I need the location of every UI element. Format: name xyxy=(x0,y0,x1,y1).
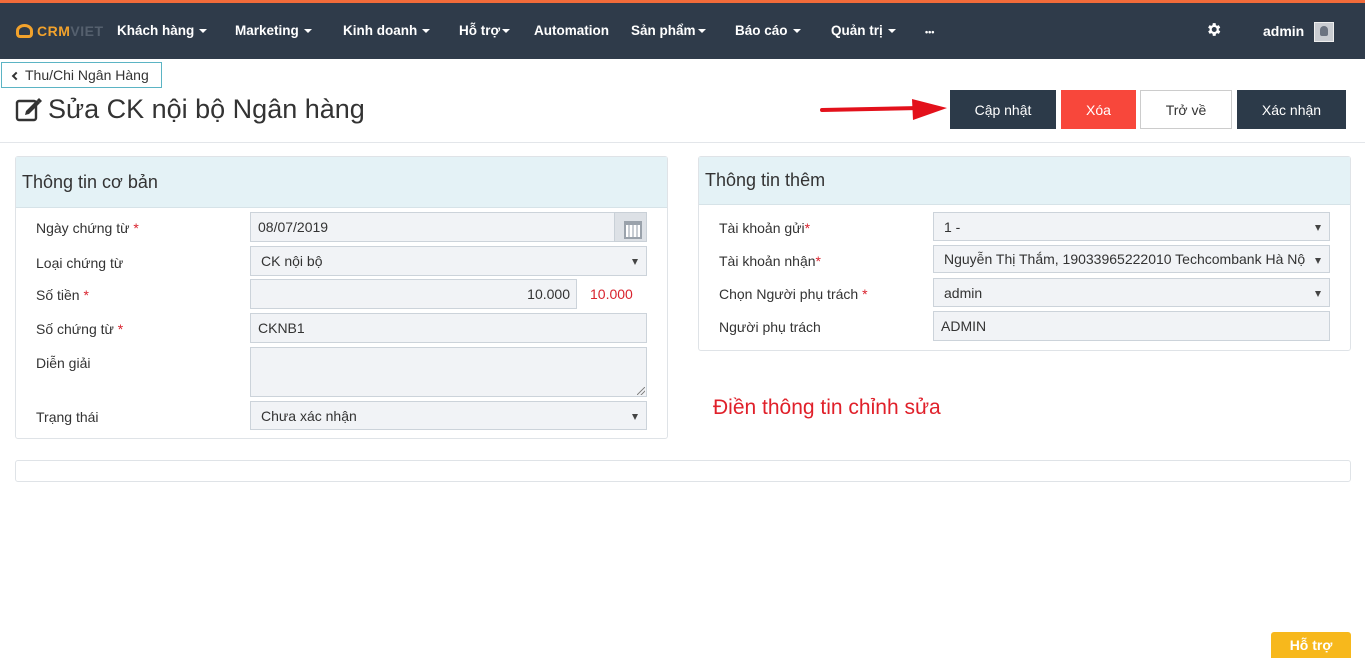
caret-down-icon xyxy=(792,29,801,34)
nav-more[interactable]: ••• xyxy=(925,27,934,37)
owner-label: Người phụ trách xyxy=(719,319,821,335)
arrow-annotation-icon xyxy=(820,99,947,120)
header-divider xyxy=(0,142,1365,143)
navbar: CRMVIET Khách hàng Marketing Kinh doanh … xyxy=(0,3,1365,59)
amount-input[interactable]: 10.000 xyxy=(250,279,577,309)
send-account-select[interactable]: 1 - xyxy=(933,212,1330,241)
status-label: Trạng thái xyxy=(36,409,99,425)
doc-no-label: Số chứng từ * xyxy=(36,321,124,337)
nav-san-pham[interactable]: Sản phẩm xyxy=(631,23,706,38)
send-account-label: Tài khoản gửi* xyxy=(719,220,811,236)
nav-automation[interactable]: Automation xyxy=(534,23,609,38)
help-button[interactable]: Hỗ trợ xyxy=(1271,632,1351,658)
nav-kinh-doanh[interactable]: Kinh doanh xyxy=(343,23,431,38)
user-name[interactable]: admin xyxy=(1263,23,1304,39)
doc-no-input[interactable]: CKNB1 xyxy=(250,313,647,343)
receive-account-label: Tài khoản nhận* xyxy=(719,253,821,269)
back-button[interactable]: Trở về xyxy=(1140,90,1232,129)
resize-handle-icon[interactable] xyxy=(637,387,645,395)
extra-info-title: Thông tin thêm xyxy=(699,157,1350,205)
caret-down-icon xyxy=(502,29,511,34)
gear-icon[interactable] xyxy=(1205,21,1222,38)
nav-khach-hang[interactable]: Khách hàng xyxy=(117,23,208,38)
caret-down-icon xyxy=(422,29,431,34)
logo[interactable]: CRMVIET xyxy=(16,22,104,40)
amount-label: Số tiền * xyxy=(36,287,89,303)
caret-down-icon xyxy=(1315,291,1321,297)
amount-display: 10.000 xyxy=(590,286,633,302)
nav-ho-tro[interactable]: Hỗ trợ xyxy=(459,23,511,38)
confirm-button[interactable]: Xác nhận xyxy=(1237,90,1346,129)
caret-down-icon xyxy=(697,29,706,34)
nav-quan-tri[interactable]: Quản trị xyxy=(831,23,896,38)
caret-down-icon xyxy=(632,259,638,265)
date-label: Ngày chứng từ * xyxy=(36,220,139,236)
choose-owner-select[interactable]: admin xyxy=(933,278,1330,307)
page-title: Sửa CK nội bộ Ngân hàng xyxy=(48,94,365,124)
caret-down-icon xyxy=(632,414,638,420)
caret-down-icon xyxy=(1315,225,1321,231)
type-select[interactable]: CK nội bộ xyxy=(250,246,647,276)
logo-icon xyxy=(16,24,33,38)
delete-button[interactable]: Xóa xyxy=(1061,90,1136,129)
basic-info-title: Thông tin cơ bản xyxy=(16,157,667,208)
description-label: Diễn giải xyxy=(36,355,91,371)
status-select[interactable]: Chưa xác nhận xyxy=(250,401,647,430)
choose-owner-label: Chọn Người phụ trách * xyxy=(719,286,868,302)
avatar[interactable] xyxy=(1314,22,1334,42)
owner-input[interactable]: ADMIN xyxy=(933,311,1330,341)
chevron-left-icon xyxy=(11,71,21,80)
update-button[interactable]: Cập nhật xyxy=(950,90,1056,129)
nav-bao-cao[interactable]: Báo cáo xyxy=(735,23,801,38)
description-textarea[interactable] xyxy=(250,347,647,397)
back-to-list-button[interactable]: Thu/Chi Ngân Hàng xyxy=(1,62,162,88)
receive-account-select[interactable]: Nguyễn Thị Thắm, 19033965222010 Techcomb… xyxy=(933,245,1330,273)
calendar-icon[interactable] xyxy=(614,212,647,242)
type-label: Loại chứng từ xyxy=(36,255,124,271)
date-input[interactable]: 08/07/2019 xyxy=(250,212,615,242)
caret-down-icon xyxy=(1315,258,1321,264)
edit-icon xyxy=(15,98,42,122)
caret-down-icon xyxy=(303,29,312,34)
nav-marketing[interactable]: Marketing xyxy=(235,23,312,38)
annotation-note: Điền thông tin chỉnh sửa xyxy=(713,396,941,419)
caret-down-icon xyxy=(887,29,896,34)
caret-down-icon xyxy=(199,29,208,34)
empty-panel xyxy=(15,460,1351,482)
